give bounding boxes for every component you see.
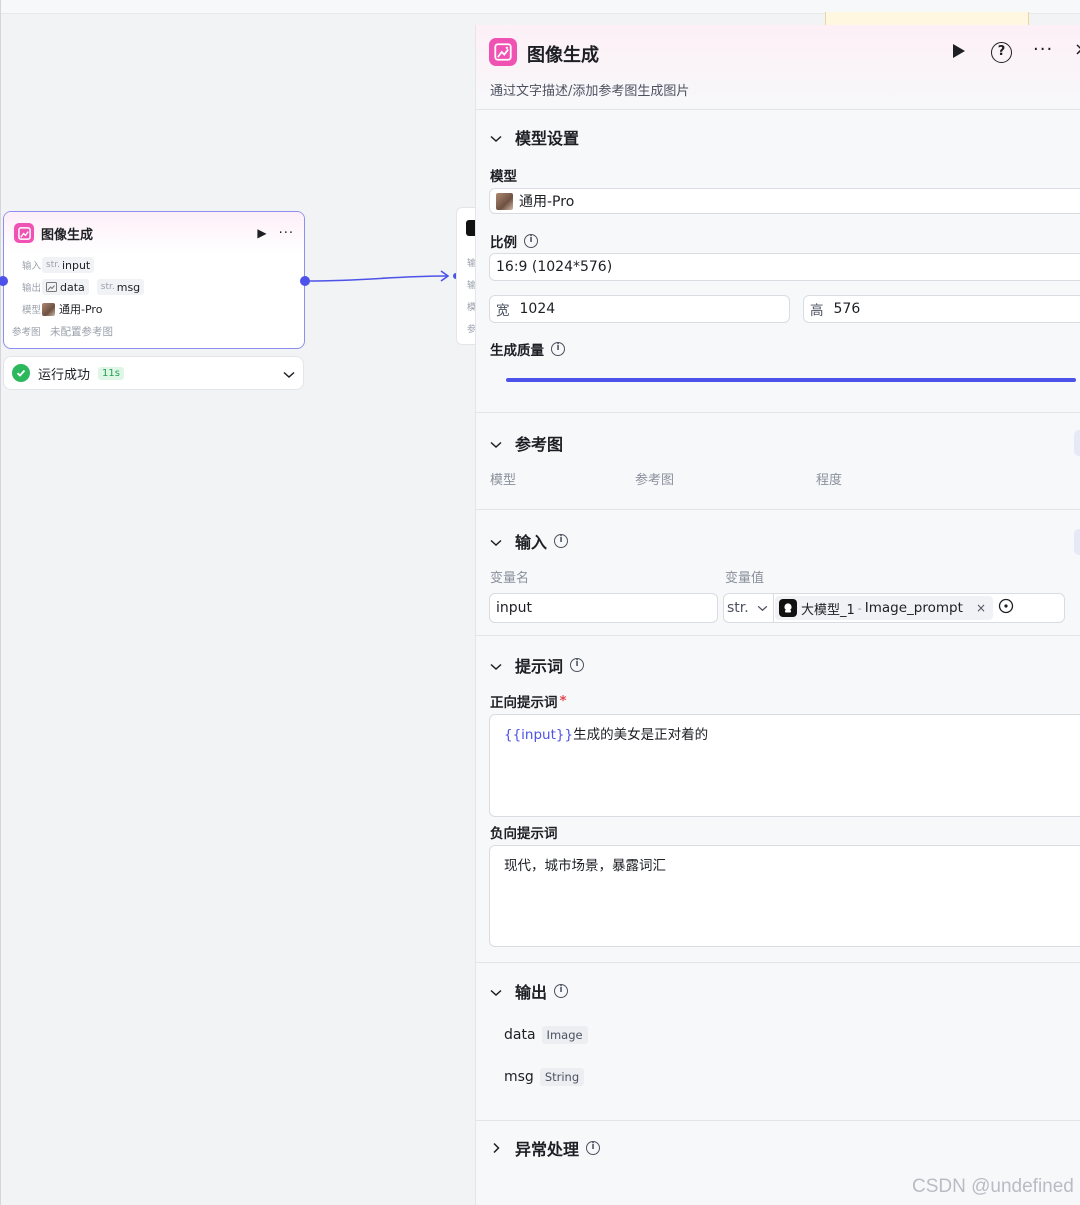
- chevron-down-icon: [490, 434, 504, 453]
- llm-node-icon: [779, 599, 797, 617]
- panel-header: 图像生成 通过文字描述/添加参考图生成图片 ? ··· ×: [476, 25, 1080, 110]
- output-header[interactable]: 输出 i: [490, 979, 569, 1003]
- success-check-icon: [12, 364, 30, 382]
- model-label: 模型: [490, 169, 517, 185]
- run-icon[interactable]: [952, 43, 966, 63]
- quality-slider[interactable]: [506, 378, 1076, 382]
- var-name-input[interactable]: input: [489, 593, 718, 623]
- prompt-header[interactable]: 提示词 i: [490, 653, 585, 677]
- status-text: 运行成功: [38, 367, 91, 383]
- more-icon[interactable]: ···: [1033, 39, 1053, 60]
- var-type-select[interactable]: str.: [724, 594, 774, 622]
- output-item-data: data Image: [504, 1026, 588, 1044]
- node-input-tag: str. input: [42, 257, 95, 273]
- exception-header[interactable]: 异常处理 i: [490, 1136, 601, 1160]
- clear-icon[interactable]: ×: [976, 601, 986, 615]
- section-title: 模型设置: [515, 129, 580, 148]
- run-status-bar[interactable]: 运行成功 11s: [3, 356, 304, 390]
- info-icon: i: [551, 342, 565, 356]
- section-title: 提示词: [515, 657, 564, 676]
- output-item-msg: msg String: [504, 1068, 585, 1086]
- node-output-label: 输出: [22, 283, 42, 294]
- node-model-label: 模型: [22, 305, 42, 316]
- watermark: CSDN @undefined: [912, 1176, 1074, 1197]
- image-type-icon: [46, 282, 57, 292]
- var-value-field[interactable]: str. 大模型_1 - Image_prompt ×: [723, 593, 1065, 623]
- model-avatar: [496, 192, 513, 210]
- negative-prompt-textarea[interactable]: 现代，城市场景，暴露词汇: [489, 845, 1080, 947]
- image-gen-icon: [489, 38, 517, 66]
- node-output-data-tag: data: [42, 279, 89, 295]
- info-icon: i: [554, 984, 569, 998]
- model-select[interactable]: 通用-Pro: [489, 188, 1080, 214]
- section-title: 参考图: [515, 435, 564, 454]
- node-more-icon[interactable]: ···: [279, 226, 294, 241]
- chevron-down-icon: [490, 128, 504, 147]
- node-model-row: 模型 通用-Pro: [4, 298, 304, 320]
- node-ref-label: 参考图: [12, 327, 41, 338]
- chevron-right-icon: [490, 1139, 504, 1158]
- add-input-button[interactable]: [1074, 529, 1080, 555]
- col-image: 参考图: [635, 473, 675, 488]
- info-icon: i: [554, 534, 569, 548]
- col-var-name: 变量名: [490, 571, 530, 586]
- section-title: 输出: [515, 983, 548, 1002]
- model-settings-header[interactable]: 模型设置: [490, 125, 579, 149]
- width-input[interactable]: 宽 1024: [489, 295, 790, 323]
- node-header: 图像生成 ▶ ···: [4, 212, 304, 254]
- positive-prompt-label: 正向提示词 *: [490, 693, 567, 711]
- inputs-header[interactable]: 输入 i: [490, 529, 569, 553]
- panel-title: 图像生成: [527, 45, 599, 66]
- image-gen-node[interactable]: 图像生成 ▶ ··· 输入 str. input 输出 data str. msg …: [3, 211, 305, 349]
- node-output-port[interactable]: [300, 276, 310, 286]
- node-title: 图像生成: [41, 227, 94, 243]
- help-icon[interactable]: ?: [991, 42, 1012, 63]
- col-degree: 程度: [816, 473, 843, 488]
- node-ref-row: 参考图 未配置参考图: [4, 320, 304, 342]
- run-time-badge: 11s: [98, 366, 124, 380]
- col-var-value: 变量值: [725, 571, 765, 586]
- add-reference-button[interactable]: [1074, 430, 1080, 456]
- chevron-down-icon: [490, 532, 504, 551]
- info-icon: i: [586, 1141, 601, 1155]
- target-icon[interactable]: [998, 598, 1014, 618]
- chevron-down-icon: [490, 656, 504, 675]
- model-avatar: [42, 302, 55, 316]
- info-icon: i: [570, 658, 585, 672]
- ratio-label: 比例 i: [490, 231, 538, 251]
- node-output-row: 输出 data str. msg: [4, 276, 304, 298]
- node-ref-value: 未配置参考图: [50, 325, 113, 338]
- image-gen-icon: [14, 223, 34, 243]
- node-run-icon[interactable]: ▶: [257, 226, 266, 240]
- node-output-msg-tag: str. msg: [96, 279, 145, 295]
- canvas-note[interactable]: [825, 12, 1029, 26]
- quality-label: 生成质量 i: [490, 339, 565, 359]
- reference-header[interactable]: 参考图: [490, 431, 563, 455]
- negative-prompt-label: 负向提示词: [490, 826, 558, 842]
- ratio-select[interactable]: 16:9 (1024*576): [489, 253, 1080, 281]
- node-model-value: 通用-Pro: [59, 303, 103, 316]
- chevron-down-icon: [757, 605, 768, 611]
- close-icon[interactable]: ×: [1074, 39, 1080, 60]
- section-title: 输入: [515, 533, 548, 552]
- positive-prompt-textarea[interactable]: {{input}}生成的美女是正对着的: [489, 714, 1080, 817]
- chevron-down-icon: [490, 982, 504, 1001]
- col-model: 模型: [490, 473, 517, 488]
- info-icon: i: [524, 234, 538, 248]
- node-input-label: 输入: [22, 261, 42, 272]
- var-reference-chip[interactable]: 大模型_1 - Image_prompt ×: [775, 596, 993, 620]
- reference-section: 参考图: [476, 413, 1080, 510]
- height-input[interactable]: 高 576: [803, 295, 1080, 323]
- node-input-row: 输入 str. input: [4, 254, 304, 276]
- panel-description: 通过文字描述/添加参考图生成图片: [490, 84, 690, 99]
- section-title: 异常处理: [515, 1140, 580, 1159]
- node-config-panel: 图像生成 通过文字描述/添加参考图生成图片 ? ··· × 模型设置 模型 通用…: [475, 25, 1080, 1205]
- chevron-down-icon[interactable]: [283, 364, 295, 383]
